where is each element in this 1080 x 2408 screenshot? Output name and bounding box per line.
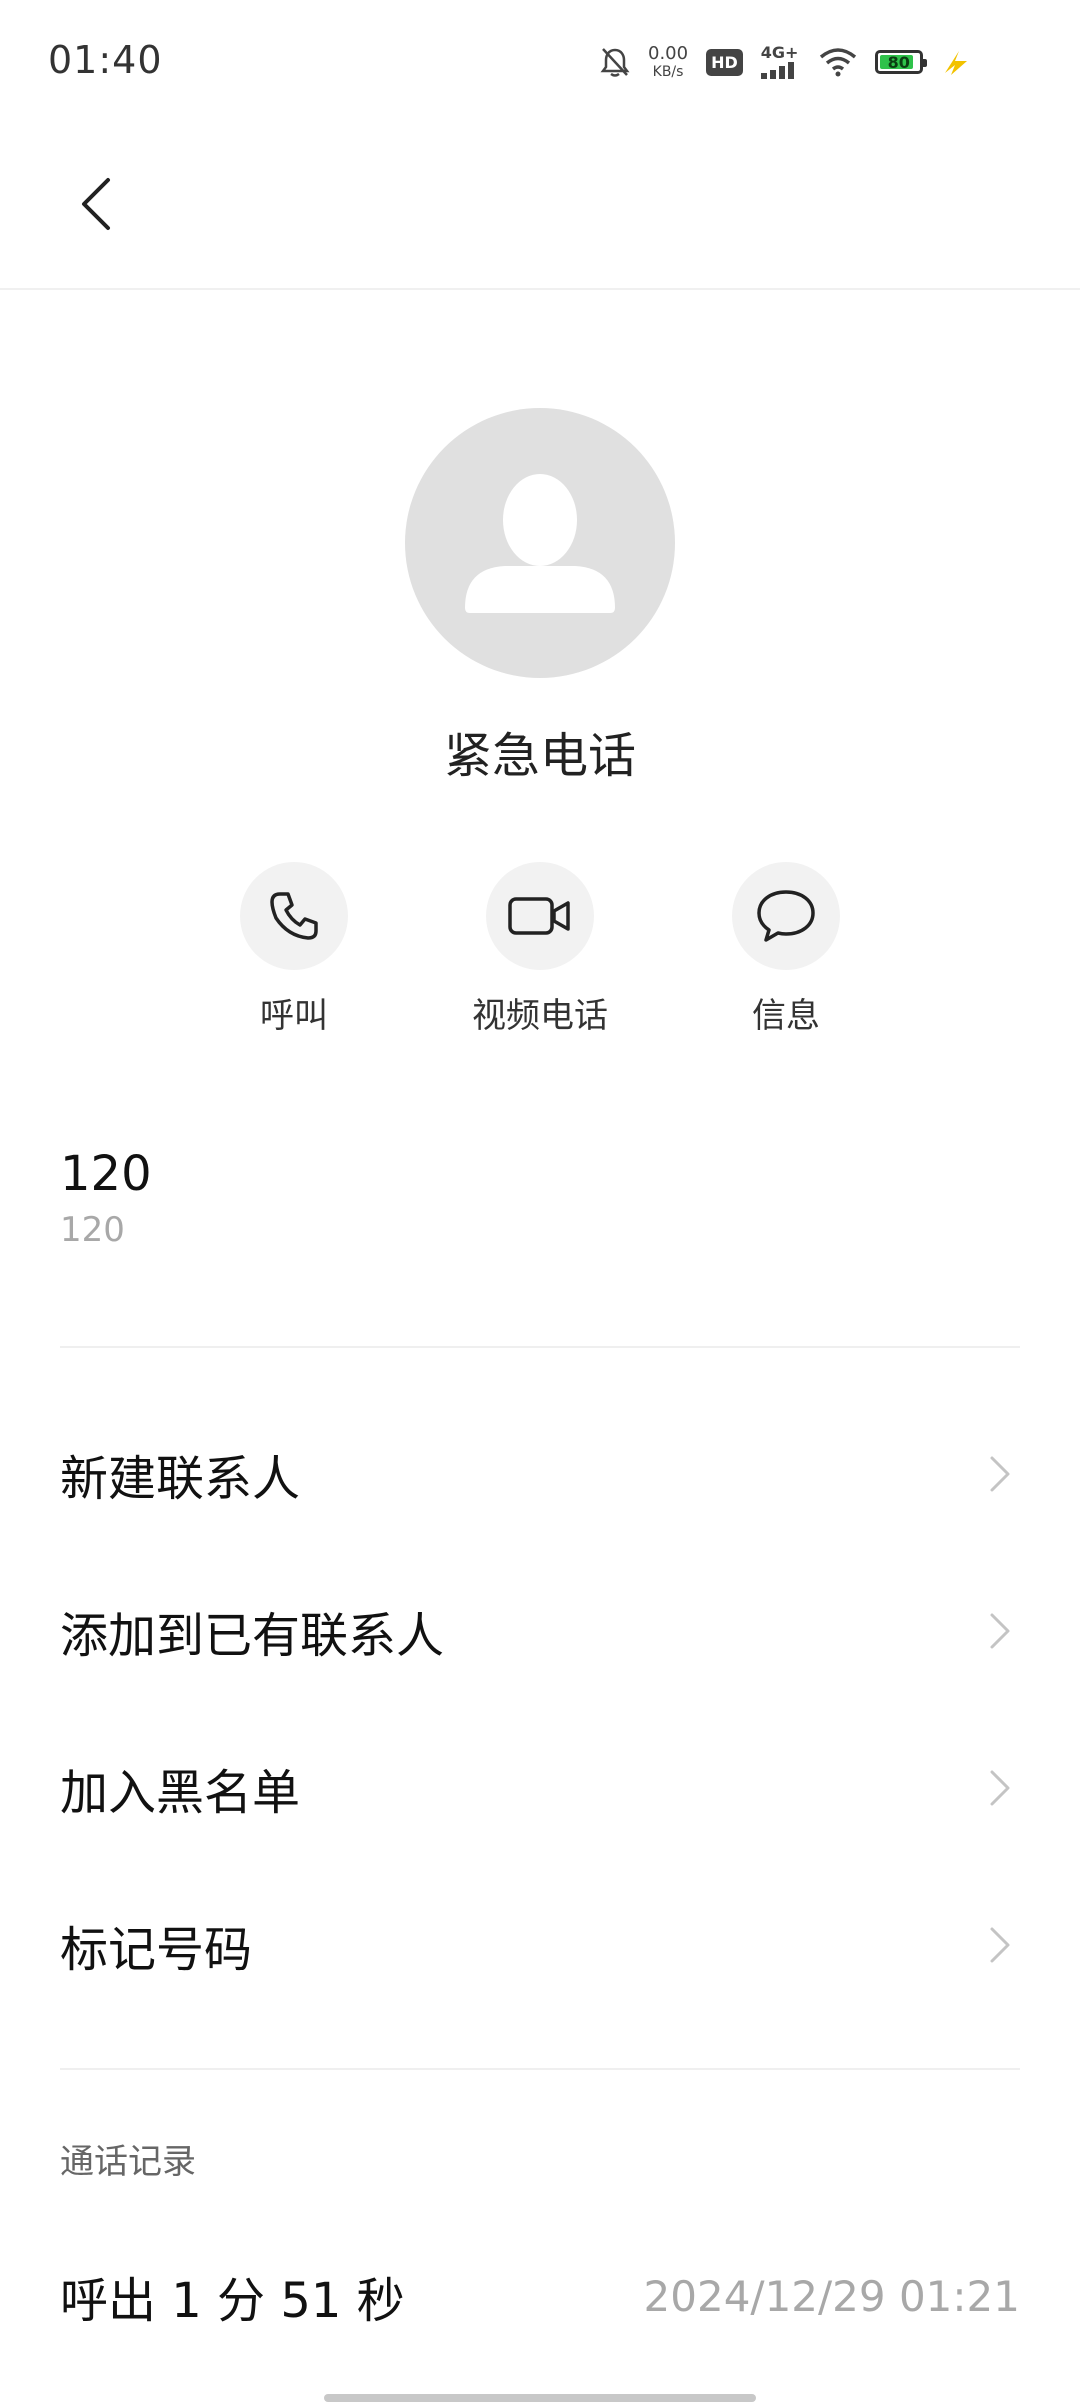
chevron-right-icon (980, 1768, 1020, 1808)
menu-item-label: 标记号码 (60, 1922, 253, 1978)
battery-icon: 80 (874, 50, 927, 74)
avatar (405, 408, 675, 678)
wifi-icon (819, 47, 857, 77)
message-action-label: 信息 (752, 996, 820, 1036)
video-call-action-label: 视频电话 (472, 996, 608, 1036)
charging-icon (941, 47, 971, 77)
net-speed: 0.00 KB/s (648, 43, 689, 80)
divider (60, 2068, 1020, 2070)
person-icon (465, 474, 615, 613)
video-call-action-button[interactable]: 视频电话 (440, 862, 640, 1037)
chevron-left-icon (76, 176, 116, 236)
divider (60, 1346, 1020, 1348)
phone-icon (270, 892, 318, 940)
contact-name: 紧急电话 (443, 728, 636, 784)
net-speed-value: 0.00 (648, 43, 689, 64)
call-log-datetime: 2024/12/29 01:21 (643, 2271, 1020, 2321)
bell-off-icon (600, 46, 630, 78)
header (0, 120, 1080, 290)
back-button[interactable] (60, 170, 132, 242)
network-label: 4G+ (760, 43, 799, 62)
chevron-right-icon (980, 1611, 1020, 1651)
home-indicator[interactable] (324, 2394, 756, 2402)
menu-item-mark-number[interactable]: 标记号码 (60, 1885, 1020, 2005)
battery-level: 80 (887, 52, 910, 72)
message-action-circle[interactable] (732, 862, 840, 970)
call-log-entry[interactable]: 呼出 1 分 51 秒 2024/12/29 01:21 (60, 2258, 1020, 2334)
status-bar: 01:40 0.00 KB/s HD 4G+ 80 (0, 0, 1080, 120)
call-action-label: 呼叫 (260, 996, 328, 1036)
chevron-right-icon (980, 1925, 1020, 1965)
menu-item-add-to-existing-contact[interactable]: 添加到已有联系人 (60, 1571, 1020, 1691)
menu-item-label: 加入黑名单 (60, 1765, 301, 1821)
status-icons: 0.00 KB/s HD 4G+ 80 (600, 40, 989, 84)
menu-item-block[interactable]: 加入黑名单 (60, 1728, 1020, 1848)
video-camera-icon (508, 897, 570, 935)
menu-item-label: 新建联系人 (60, 1451, 301, 1507)
message-bubble-icon (757, 890, 815, 942)
signal-icon: 4G+ (760, 43, 801, 79)
video-call-action-circle[interactable] (486, 862, 594, 970)
status-time: 01:40 (48, 38, 163, 82)
menu-item-label: 添加到已有联系人 (60, 1608, 445, 1664)
hd-icon: HD (706, 48, 743, 76)
chevron-right-icon (980, 1454, 1020, 1494)
net-speed-unit: KB/s (652, 64, 684, 80)
phone-number[interactable]: 120 (60, 1146, 152, 1202)
menu-item-new-contact[interactable]: 新建联系人 (60, 1414, 1020, 1534)
message-action-button[interactable]: 信息 (686, 862, 886, 1037)
call-action-circle[interactable] (240, 862, 348, 970)
call-log-description: 呼出 1 分 51 秒 (60, 2273, 405, 2329)
phone-number-secondary: 120 (60, 1210, 125, 1250)
call-log-title: 通话记录 (60, 2142, 196, 2182)
call-action-button[interactable]: 呼叫 (194, 862, 394, 1037)
